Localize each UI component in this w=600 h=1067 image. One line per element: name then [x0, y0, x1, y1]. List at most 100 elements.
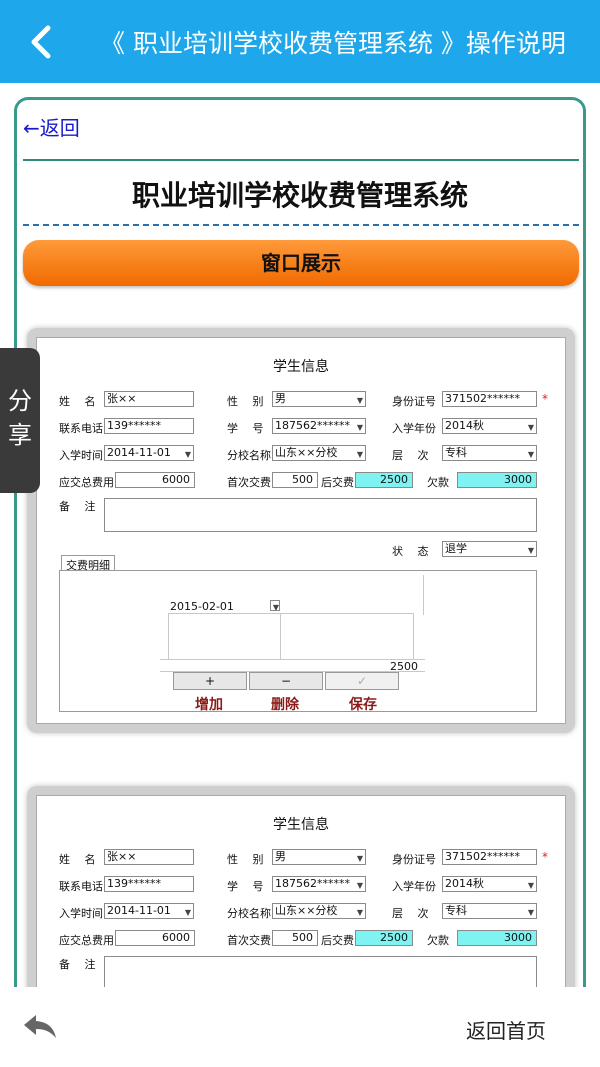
page-title: 《 职业培训学校收费管理系统 》操作说明 [100, 29, 566, 58]
enroll-year-value: 2014秋 [445, 419, 484, 432]
chevron-down-icon: ▼ [272, 603, 279, 611]
chevron-left-icon[interactable] [22, 22, 62, 62]
id-field[interactable]: 371502****** [442, 849, 537, 865]
grid-line [423, 575, 424, 615]
reply-arrow-icon[interactable] [22, 1011, 58, 1041]
enroll-year-select[interactable]: 2014秋 ▼ [442, 876, 537, 892]
document-title: 职业培训学校收费管理系统 [131, 179, 468, 212]
share-label: 享 [8, 421, 32, 449]
grid-line [168, 613, 169, 659]
total-fee-label: 应交总费用 [59, 476, 114, 489]
owed-label: 欠款 [427, 934, 449, 947]
status-select[interactable]: 退学 ▼ [442, 541, 537, 557]
enroll-year-label: 入学年份 [392, 422, 436, 435]
total-fee-field[interactable]: 6000 [115, 472, 195, 488]
owed-field[interactable]: 3000 [457, 472, 537, 488]
branch-select[interactable]: 山东××分校 ▼ [272, 903, 366, 919]
chevron-down-icon: ▼ [527, 450, 534, 459]
delete-caption: 删除 [271, 697, 299, 713]
name-field[interactable]: 张×× [104, 391, 194, 407]
id-field[interactable]: 371502****** [442, 391, 537, 407]
student-no-select[interactable]: 187562****** ▼ [272, 418, 366, 434]
chevron-down-icon: ▼ [356, 423, 363, 432]
branch-value: 山东××分校 [275, 904, 338, 917]
chevron-down-icon: ▼ [356, 908, 363, 917]
payment-date: 2015-02-01 [170, 600, 234, 613]
level-select[interactable]: 专科 ▼ [442, 445, 537, 461]
enroll-time-picker[interactable]: 2014-11-01 ▼ [104, 445, 194, 461]
id-label: 身份证号 [392, 853, 436, 866]
chevron-down-icon: ▼ [356, 881, 363, 890]
student-no-value: 187562****** [275, 419, 350, 432]
first-pay-label: 首次交费 [227, 476, 271, 489]
chevron-down-icon: ▼ [184, 908, 191, 917]
name-field[interactable]: 张×× [104, 849, 194, 865]
remark-field[interactable] [104, 956, 537, 990]
chevron-down-icon: ▼ [527, 908, 534, 917]
branch-label: 分校名称 [227, 907, 271, 920]
bottom-bar: 返回首页 [0, 987, 600, 1067]
later-pay-label: 后交费 [321, 934, 354, 947]
total-fee-label: 应交总费用 [59, 934, 114, 947]
total-fee-field[interactable]: 6000 [115, 930, 195, 946]
return-link[interactable]: ←返回 [23, 112, 80, 141]
add-caption: 增加 [195, 697, 223, 713]
app-screenshot-1: 学生信息 姓 名 张×× 性 别 男 ▼ 身份证号 371502****** * … [27, 328, 575, 733]
enroll-year-label: 入学年份 [392, 880, 436, 893]
student-info-form: 学生信息 姓 名 张×× 性 别 男 ▼ 身份证号 371502****** * … [36, 337, 566, 724]
save-button[interactable]: ✓ [325, 672, 399, 690]
first-pay-field[interactable]: 500 [272, 930, 318, 946]
branch-label: 分校名称 [227, 449, 271, 462]
student-no-value: 187562****** [275, 877, 350, 890]
delete-button[interactable]: − [249, 672, 323, 690]
gender-label: 性 别 [227, 853, 264, 866]
home-link[interactable]: 返回首页 [466, 1015, 546, 1044]
window-display-button[interactable]: 窗口展示 [23, 240, 579, 286]
share-label: 分 [8, 387, 32, 415]
id-label: 身份证号 [392, 395, 436, 408]
payment-detail-panel: 2015-02-01 ▼ 2500 [59, 570, 537, 712]
top-app-bar: 《 职业培训学校收费管理系统 》操作说明 [0, 0, 600, 83]
share-button[interactable]: 分 享 [0, 348, 40, 493]
row-select-checkbox[interactable]: ▼ [270, 600, 280, 611]
grid-line [168, 613, 413, 614]
add-button[interactable]: + [173, 672, 247, 690]
chevron-down-icon: ▼ [527, 423, 534, 432]
app-screenshot-2: 学生信息 姓 名 张×× 性 别 男 ▼ 身份证号 371502****** * … [27, 786, 575, 997]
student-no-label: 学 号 [227, 880, 264, 893]
phone-field[interactable]: 139****** [104, 876, 194, 892]
level-label: 层 次 [392, 449, 429, 462]
later-pay-field[interactable]: 2500 [355, 472, 413, 488]
phone-label: 联系电话 [59, 422, 103, 435]
student-no-label: 学 号 [227, 422, 264, 435]
status-value: 退学 [445, 542, 467, 555]
student-no-select[interactable]: 187562****** ▼ [272, 876, 366, 892]
remark-field[interactable] [104, 498, 537, 532]
later-pay-label: 后交费 [321, 476, 354, 489]
level-select[interactable]: 专科 ▼ [442, 903, 537, 919]
gender-select[interactable]: 男 ▼ [272, 391, 366, 407]
dashed-divider [23, 224, 579, 226]
name-label: 姓 名 [59, 853, 96, 866]
gender-select[interactable]: 男 ▼ [272, 849, 366, 865]
enroll-time-label: 入学时间 [59, 907, 103, 920]
owed-field[interactable]: 3000 [457, 930, 537, 946]
phone-label: 联系电话 [59, 880, 103, 893]
enroll-time-picker[interactable]: 2014-11-01 ▼ [104, 903, 194, 919]
content-frame: ←返回 职业培训学校收费管理系统 窗口展示 学生信息 姓 名 张×× 性 别 男… [14, 97, 586, 997]
grid-line [280, 613, 281, 659]
owed-label: 欠款 [427, 476, 449, 489]
remark-label: 备 注 [59, 500, 96, 513]
enroll-year-value: 2014秋 [445, 877, 484, 890]
divider [23, 159, 579, 161]
save-caption: 保存 [349, 697, 377, 713]
enroll-year-select[interactable]: 2014秋 ▼ [442, 418, 537, 434]
later-pay-field[interactable]: 2500 [355, 930, 413, 946]
chevron-down-icon: ▼ [527, 546, 534, 555]
first-pay-label: 首次交费 [227, 934, 271, 947]
phone-field[interactable]: 139****** [104, 418, 194, 434]
branch-select[interactable]: 山东××分校 ▼ [272, 445, 366, 461]
first-pay-field[interactable]: 500 [272, 472, 318, 488]
required-mark: * [542, 850, 548, 864]
gender-value: 男 [275, 392, 286, 405]
